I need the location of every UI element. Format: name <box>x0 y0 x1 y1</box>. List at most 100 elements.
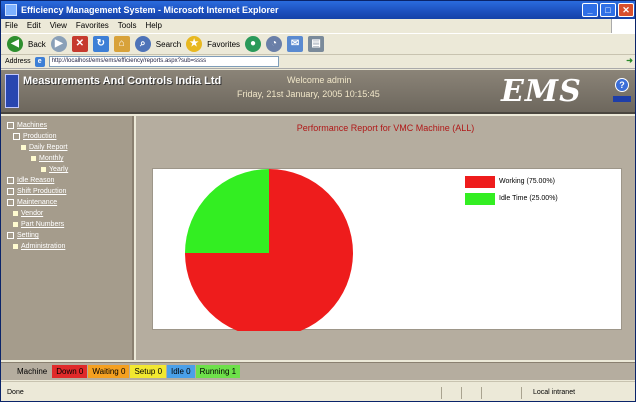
search-label[interactable]: Search <box>156 40 181 49</box>
legend-label: Idle Time (25.00%) <box>499 195 558 202</box>
history-icon[interactable]: ◔ <box>266 36 283 52</box>
pie-slice <box>185 169 269 253</box>
stop-icon[interactable]: ✕ <box>71 36 88 52</box>
company-logo <box>5 74 19 108</box>
sidebar-item[interactable]: Maintenance <box>7 197 132 208</box>
sidebar-item-label: Setting <box>17 232 39 239</box>
page-bullet-icon <box>13 222 18 227</box>
browser-window: Efficiency Management System - Microsoft… <box>0 0 636 402</box>
status-divider <box>521 387 522 399</box>
media-icon[interactable]: ● <box>245 36 262 52</box>
sidebar-item[interactable]: Machines <box>7 120 132 131</box>
status-item: Setup 0 <box>130 365 167 378</box>
company-name: Measurements And Controls India Ltd <box>23 75 222 87</box>
legend-item: Idle Time (25.00%) <box>465 190 558 207</box>
windows-logo <box>611 19 635 33</box>
sidebar-item[interactable]: Administration <box>7 241 132 252</box>
page-bullet-icon <box>21 145 26 150</box>
back-label[interactable]: Back <box>28 40 46 49</box>
status-item: Idle 0 <box>167 365 195 378</box>
sidebar-menu: Machines Production Daily Report Monthly Yea… <box>1 116 134 360</box>
status-item: Down 0 <box>52 365 88 378</box>
window-title: Efficiency Management System - Microsoft… <box>21 5 279 15</box>
folder-icon <box>7 199 14 206</box>
folder-icon <box>7 188 14 195</box>
welcome-text: Welcome admin <box>287 75 352 85</box>
sidebar-item-label: Idle Reason <box>17 177 55 184</box>
sidebar-item[interactable]: Setting <box>7 230 132 241</box>
folder-icon <box>7 232 14 239</box>
favorites-label[interactable]: Favorites <box>207 40 240 49</box>
sidebar-item-label: Administration <box>21 243 66 250</box>
folder-icon <box>7 122 14 129</box>
sidebar-item[interactable]: Production <box>7 131 132 142</box>
status-divider <box>481 387 482 399</box>
menu-bar: File Edit View Favorites Tools Help <box>1 19 635 33</box>
sidebar-item-label: Vendor <box>21 210 44 217</box>
search-icon[interactable]: ⌕ <box>134 36 151 52</box>
help-bar <box>613 96 631 102</box>
status-divider <box>461 387 462 399</box>
page-bullet-icon <box>13 244 18 249</box>
sidebar-item[interactable]: Vendor <box>7 208 132 219</box>
browser-status-bar: Done Local intranet <box>1 381 635 401</box>
help-icon[interactable]: ? <box>615 78 629 92</box>
sidebar-item-label: Yearly <box>49 166 69 173</box>
menu-file[interactable]: File <box>5 19 18 33</box>
mail-icon[interactable]: ✉ <box>287 36 304 52</box>
ie-icon <box>5 4 17 16</box>
forward-icon[interactable]: ▶ <box>50 36 67 52</box>
address-label: Address <box>5 58 31 65</box>
go-icon[interactable]: ➜ <box>626 56 633 65</box>
chart-title: Performance Report for VMC Machine (ALL) <box>296 123 475 133</box>
chart-panel: Working (75.00%) Idle Time (25.00%) <box>152 168 622 337</box>
sidebar-item[interactable]: Yearly <box>7 164 132 175</box>
title-bar: Efficiency Management System - Microsoft… <box>1 1 635 19</box>
page-bullet-icon <box>41 167 46 172</box>
sidebar-item[interactable]: Monthly <box>7 153 132 164</box>
sidebar-item[interactable]: Daily Report <box>7 142 132 153</box>
sidebar-item-label: Daily Report <box>29 144 68 151</box>
app-header: Measurements And Controls India Ltd Welc… <box>1 70 635 114</box>
legend-label: Working (75.00%) <box>499 178 555 185</box>
sidebar-item-label: Production <box>23 133 57 140</box>
status-item: Waiting 0 <box>88 365 130 378</box>
address-input[interactable]: http://localhost/ems/ems/efficiency/repo… <box>48 56 279 67</box>
sidebar-item[interactable]: Shift Production <box>7 186 132 197</box>
main-content: Performance Report for VMC Machine (ALL)… <box>136 116 635 360</box>
status-divider <box>441 387 442 399</box>
sidebar-item-label: Machines <box>17 122 47 129</box>
maximize-button[interactable]: □ <box>600 3 616 17</box>
legend-swatch <box>465 175 495 188</box>
menu-tools[interactable]: Tools <box>118 19 137 33</box>
back-icon[interactable]: ◀ <box>7 36 23 52</box>
chart-legend: Working (75.00%) Idle Time (25.00%) <box>465 173 558 207</box>
minimize-button[interactable]: _ <box>582 3 598 17</box>
zone-label: Local intranet <box>533 389 576 396</box>
toolbar: ◀ Back ▶ ✕ ↻ ⌂ ⌕ Search ★ Favorites ● ◔ … <box>1 33 635 55</box>
sidebar-item-label: Maintenance <box>17 199 58 206</box>
menu-edit[interactable]: Edit <box>27 19 41 33</box>
page-bullet-icon <box>31 156 36 161</box>
status-item: Machine <box>13 365 52 378</box>
sidebar-item[interactable]: Idle Reason <box>7 175 132 186</box>
machine-status-bar: Machine Down 0 Waiting 0 Setup 0 Idle 0 Runni… <box>1 362 635 380</box>
favorites-icon[interactable]: ★ <box>186 36 203 52</box>
home-icon[interactable]: ⌂ <box>113 36 130 52</box>
menu-view[interactable]: View <box>50 19 67 33</box>
ems-logo: EMS <box>501 74 582 109</box>
sidebar-item[interactable]: Part Numbers <box>7 219 132 230</box>
menu-help[interactable]: Help <box>145 19 161 33</box>
refresh-icon[interactable]: ↻ <box>92 36 109 52</box>
status-done: Done <box>7 389 24 396</box>
folder-icon <box>7 177 14 184</box>
print-icon[interactable]: ▤ <box>308 36 325 52</box>
menu-favorites[interactable]: Favorites <box>76 19 109 33</box>
status-item: Running 1 <box>195 365 241 378</box>
folder-icon <box>13 133 20 140</box>
legend-item: Working (75.00%) <box>465 173 558 190</box>
legend-swatch <box>465 192 495 205</box>
close-button[interactable]: ✕ <box>618 3 634 17</box>
date-text: Friday, 21st January, 2005 10:15:45 <box>237 89 380 99</box>
address-bar: Address e http://localhost/ems/ems/effic… <box>1 55 635 69</box>
